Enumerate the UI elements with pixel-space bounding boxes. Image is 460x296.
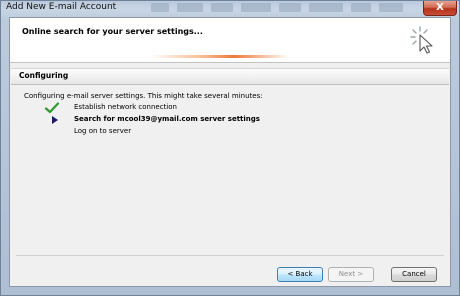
step-item: Establish network connection (24, 102, 324, 114)
dialog-body: Online search for your server settings..… (9, 17, 451, 287)
cancel-button[interactable]: Cancel (391, 267, 437, 282)
header-divider (10, 62, 450, 63)
checkmark-icon (44, 102, 60, 114)
arrow-right-icon (52, 116, 58, 124)
page-title: Online search for your server settings..… (22, 27, 203, 36)
step-label: Search for mcool39@ymail.com server sett… (74, 115, 260, 123)
dialog-window: Add New E-mail Account X Online search f… (0, 0, 460, 296)
step-item: Log on to server (24, 126, 324, 138)
footer-divider (16, 255, 444, 256)
window-title: Add New E-mail Account (6, 2, 117, 12)
section-header: Configuring (11, 68, 449, 85)
close-button[interactable]: X (423, 1, 457, 16)
status-description: Configuring e-mail server settings. This… (24, 92, 263, 100)
step-label: Establish network connection (74, 103, 177, 111)
cursor-click-icon (410, 26, 433, 54)
wizard-header: Online search for your server settings..… (10, 18, 450, 62)
next-button[interactable]: Next > (328, 267, 374, 282)
title-bar[interactable]: Add New E-mail Account X (1, 1, 459, 17)
background-ribbon (151, 3, 411, 12)
section-title: Configuring (19, 71, 69, 80)
header-glow (150, 55, 290, 58)
step-item: Search for mcool39@ymail.com server sett… (24, 114, 344, 126)
back-button[interactable]: < Back (277, 267, 323, 282)
close-icon: X (436, 2, 444, 13)
step-label: Log on to server (74, 127, 132, 135)
